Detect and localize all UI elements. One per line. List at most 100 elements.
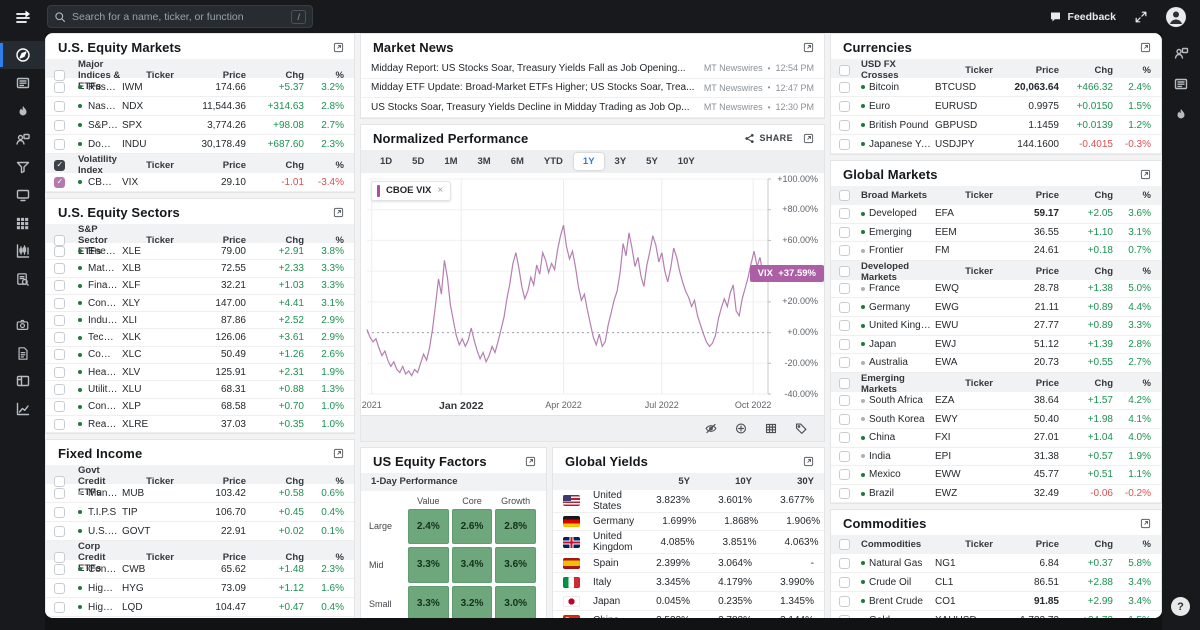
instrument-row[interactable]: Emerging EEM 36.55 +1.10 3.1% xyxy=(831,224,1161,243)
news-item[interactable]: US Stocks Soar, Treasury Yields Decline … xyxy=(361,98,824,118)
news-item[interactable]: Midday Report: US Stocks Soar, Treasury … xyxy=(361,59,824,79)
instrument-row[interactable]: Crude Oil CL1 86.51 +2.88 3.4% xyxy=(831,573,1161,592)
instrument-row[interactable]: Frontier FM 24.61 +0.18 0.7% xyxy=(831,242,1161,261)
rightbar-item-news[interactable] xyxy=(1173,76,1189,97)
row-checkbox[interactable] xyxy=(839,357,850,368)
range-tab[interactable]: 6M xyxy=(502,153,533,170)
row-checkbox[interactable] xyxy=(839,227,850,238)
user-avatar[interactable] xyxy=(1166,7,1186,27)
instrument-row[interactable]: Communications XLC 50.49 +1.26 2.6% xyxy=(46,347,354,364)
expand-panel-icon[interactable] xyxy=(525,456,536,467)
yield-row[interactable]: Italy 3.345% 4.179% 3.990% xyxy=(553,573,824,592)
tag-icon[interactable] xyxy=(794,422,808,435)
heatmap-cell[interactable]: 3.6% xyxy=(495,547,536,583)
expand-panel-icon[interactable] xyxy=(333,42,344,53)
row-checkbox[interactable] xyxy=(54,507,65,518)
yield-row[interactable]: United Kingdom 4.085% 3.851% 4.063% xyxy=(553,531,824,554)
rightbar-item-today[interactable] xyxy=(1174,107,1188,127)
row-checkbox[interactable] xyxy=(839,432,850,443)
normalized-performance-chart[interactable]: CBOE VIX × VIX +37.59% +100.00%+80.00%+6… xyxy=(361,173,824,398)
row-checkbox[interactable] xyxy=(54,401,65,412)
group-checkbox[interactable] xyxy=(54,476,65,487)
expand-panel-icon[interactable] xyxy=(1140,42,1151,53)
row-checkbox[interactable] xyxy=(54,298,65,309)
sidebar-item-screens[interactable] xyxy=(0,153,45,181)
instrument-row[interactable]: Municipals MUB 103.42 +0.58 0.6% xyxy=(46,484,354,503)
expand-screen-icon[interactable] xyxy=(1134,10,1148,24)
row-checkbox[interactable] xyxy=(839,615,850,618)
heatmap-cell[interactable]: 3.0% xyxy=(495,586,536,618)
instrument-row[interactable]: Japan EWJ 51.12 +1.39 2.8% xyxy=(831,336,1161,355)
feedback-button[interactable]: Feedback xyxy=(1049,11,1116,23)
group-checkbox[interactable] xyxy=(839,190,850,201)
group-checkbox[interactable] xyxy=(54,160,65,171)
sidebar-item-snapshot[interactable] xyxy=(0,311,45,339)
heatmap-cell[interactable]: 2.8% xyxy=(495,509,536,545)
sidebar-item-markets[interactable] xyxy=(0,41,45,69)
instrument-row[interactable]: Germany EWG 21.11 +0.89 4.4% xyxy=(831,298,1161,317)
row-checkbox[interactable] xyxy=(54,315,65,326)
instrument-row[interactable]: India EPI 31.38 +0.57 1.9% xyxy=(831,448,1161,467)
range-tab[interactable]: 1D xyxy=(371,153,401,170)
row-checkbox[interactable] xyxy=(54,602,65,613)
range-tab[interactable]: 5D xyxy=(403,153,433,170)
instrument-row[interactable]: Cons. Discretionary XLY 147.00 +4.41 3.1… xyxy=(46,295,354,312)
instrument-row[interactable]: Russell 2000 IWM 174.66 +5.37 3.2% xyxy=(46,78,354,97)
rightbar-item-advisor[interactable] xyxy=(1173,45,1190,66)
instrument-row[interactable]: Gold XAUUSD 1,723.73 +24.73 1.5% xyxy=(831,611,1161,618)
row-checkbox[interactable] xyxy=(54,82,65,93)
instrument-row[interactable]: Mexico EWW 45.77 +0.51 1.1% xyxy=(831,466,1161,485)
instrument-row[interactable]: Utilities XLU 68.31 +0.88 1.3% xyxy=(46,381,354,398)
yield-row[interactable]: United States 3.823% 3.601% 3.677% xyxy=(553,490,824,513)
row-checkbox[interactable] xyxy=(54,367,65,378)
group-checkbox[interactable] xyxy=(54,235,65,246)
instrument-row[interactable]: Health Care XLV 125.91 +2.31 1.9% xyxy=(46,364,354,381)
instrument-row[interactable]: U.S. Treasuries GOVT 22.91 +0.02 0.1% xyxy=(46,522,354,541)
expand-panel-icon[interactable] xyxy=(333,448,344,459)
sidebar-item-today[interactable] xyxy=(0,97,45,125)
row-checkbox[interactable] xyxy=(839,139,850,150)
instrument-row[interactable]: France EWQ 28.78 +1.38 5.0% xyxy=(831,280,1161,299)
news-item[interactable]: Midday ETF Update: Broad-Market ETFs Hig… xyxy=(361,79,824,99)
heatmap-cell[interactable]: 3.2% xyxy=(452,586,493,618)
instrument-row[interactable]: Nasdaq 100 NDX 11,544.36 +314.63 2.8% xyxy=(46,97,354,116)
sidebar-item-news[interactable] xyxy=(0,69,45,97)
row-checkbox[interactable] xyxy=(839,120,850,131)
row-checkbox[interactable] xyxy=(54,349,65,360)
instrument-row[interactable]: Real Estate XLRE 37.03 +0.35 1.0% xyxy=(46,416,354,433)
row-checkbox[interactable] xyxy=(54,280,65,291)
instrument-row[interactable]: United Kingdom EWU 27.77 +0.89 3.3% xyxy=(831,317,1161,336)
expand-panel-icon[interactable] xyxy=(1140,169,1151,180)
remove-series-icon[interactable]: × xyxy=(437,185,443,196)
heatmap-cell[interactable]: 3.3% xyxy=(408,586,449,618)
yield-row[interactable]: Japan 0.045% 0.235% 1.345% xyxy=(553,592,824,611)
row-checkbox[interactable] xyxy=(839,245,850,256)
instrument-row[interactable]: British Pound GBPUSD 1.1459 +0.0139 1.2% xyxy=(831,116,1161,135)
row-checkbox[interactable] xyxy=(839,82,850,93)
range-tab[interactable]: 1M xyxy=(435,153,466,170)
expand-panel-icon[interactable] xyxy=(1140,518,1151,529)
range-tab[interactable]: 5Y xyxy=(637,153,667,170)
heatmap-cell[interactable]: 3.3% xyxy=(408,547,449,583)
row-checkbox[interactable] xyxy=(54,101,65,112)
row-checkbox[interactable] xyxy=(54,564,65,575)
instrument-row[interactable]: CBOE VIX VIX 29.10 -1.01 -3.4% xyxy=(46,173,354,192)
help-button[interactable]: ? xyxy=(1171,597,1190,616)
row-checkbox[interactable] xyxy=(54,526,65,537)
sidebar-item-monitor[interactable] xyxy=(0,181,45,209)
instrument-row[interactable]: Bitcoin BTCUSD 20,063.64 +466.32 2.4% xyxy=(831,78,1161,97)
instrument-row[interactable]: Materials XLB 72.55 +2.33 3.3% xyxy=(46,260,354,277)
range-tab[interactable]: 3M xyxy=(469,153,500,170)
row-checkbox[interactable] xyxy=(54,332,65,343)
yield-row[interactable]: China 2.523% 2.782% 3.144% xyxy=(553,611,824,618)
row-checkbox[interactable] xyxy=(839,339,850,350)
row-checkbox[interactable] xyxy=(839,469,850,480)
group-checkbox[interactable] xyxy=(54,70,65,81)
expand-panel-icon[interactable] xyxy=(803,133,814,144)
group-checkbox[interactable] xyxy=(839,539,850,550)
range-tab[interactable]: 1Y xyxy=(574,153,604,170)
row-checkbox[interactable] xyxy=(54,246,65,257)
range-tab[interactable]: YTD xyxy=(535,153,572,170)
sidebar-item-advisor[interactable] xyxy=(0,125,45,153)
instrument-row[interactable]: Australia EWA 20.73 +0.55 2.7% xyxy=(831,354,1161,373)
